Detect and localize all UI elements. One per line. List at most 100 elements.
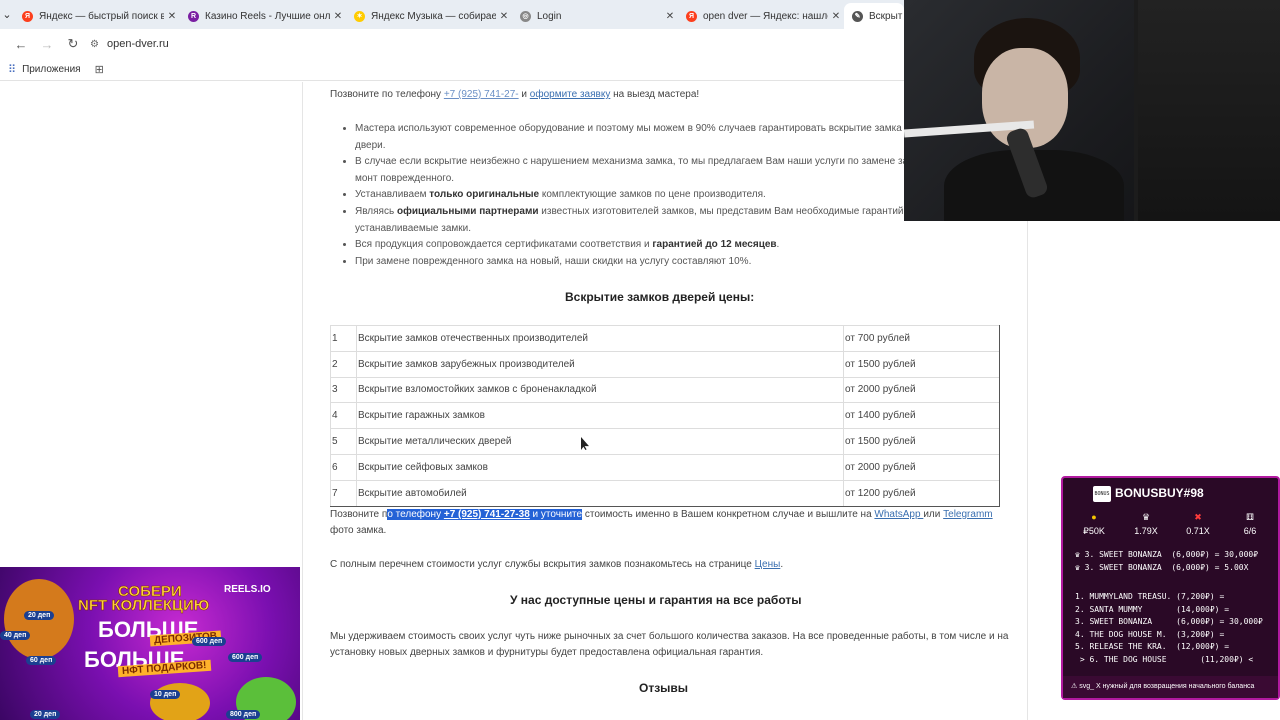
ad-chip: 40 деп (0, 631, 31, 640)
price-row: 5 Вскрытие металлических дверей от 1500 ру… (330, 428, 1000, 455)
advantage-item: Устанавливаем только оригинальные компле… (355, 187, 901, 204)
reload-icon[interactable]: ↻ (60, 36, 86, 52)
casino-ad-banner[interactable]: СОБЕРИ NFT КОЛЛЕКЦИЮ БОЛЬШЕ ДЕПОЗИТОВ БО… (0, 567, 300, 720)
browser-tab[interactable]: ◎ Login ✕ (512, 3, 678, 29)
advantage-item: При замене поврежденного замка на новый,… (355, 254, 901, 271)
tab-groups-icon[interactable]: ⊞ (95, 63, 104, 76)
tab-bar: ⌄ ЯЯндекс — быстрый поиск в ин✕ R Казино R… (0, 0, 904, 29)
browser-tab[interactable]: ✶ Яндекс Музыка — собираем м✕ (346, 3, 512, 29)
bonus-stat: ✖ 0.71X (1173, 510, 1223, 538)
price-num-cell: 3 (330, 376, 357, 403)
reels-icon: R (188, 10, 199, 22)
yandex-music-icon: ✶ (354, 10, 365, 22)
price-name-cell: Вскрытие гаражных замков (356, 402, 844, 429)
site-settings-icon[interactable]: ⚙ (90, 39, 99, 50)
call-line-after: стоимость именно в Вашем конкретном случ… (582, 509, 875, 520)
guarantee-heading: У нас доступные цены и гарантия на все р… (510, 593, 802, 607)
close-tab-icon[interactable]: ✕ (662, 11, 678, 22)
close-tab-icon[interactable]: ✕ (828, 11, 844, 22)
ad-chip: 800 деп (226, 710, 261, 719)
advantage-text: комплектующие замков по цене производите… (539, 189, 766, 201)
wrench-icon: ✎ (852, 10, 863, 22)
price-price-cell: от 1400 рублей (843, 402, 1000, 429)
close-tab-icon[interactable]: ✕ (164, 11, 180, 22)
advantage-text: Являясь (355, 205, 397, 217)
tab-title: Казино Reels - Лучшие онлай (205, 10, 330, 22)
cross-icon: ✖ (1194, 512, 1202, 522)
guarantee-text-2: установку новых дверных замков и фурниту… (330, 647, 764, 658)
price-num-cell: 4 (330, 402, 357, 429)
close-tab-icon[interactable]: ✕ (330, 11, 346, 22)
bonus-footer: ⚠ svg_ Х нужный для возвращения начально… (1063, 676, 1278, 698)
call-line-before: Позвоните п (330, 509, 388, 520)
bonusbuy-overlay: BONUS BONUSBUY#98 ● ₽50K ♛ 1.79X ✖ 0.71X ⚅ 6/6 … (1061, 476, 1280, 700)
advantage-item: Являясь официальными партнерами известны… (355, 204, 909, 237)
ad-line-nft: NFT КОЛЛЕКЦИЮ (78, 597, 210, 615)
reviews-heading: Отзывы (639, 681, 689, 695)
call-phone-link[interactable]: +7 (925) 741-27-38 (444, 509, 530, 520)
price-row: 3 Вскрытие взломостойких замков с бронена… (330, 376, 1000, 403)
advantage-bold: гарантией до 12 месяцев (652, 239, 777, 251)
prices-table: 1 Вскрытие замков отечественных производи… (330, 325, 1000, 507)
apps-grid-icon[interactable]: ⠿ (8, 63, 16, 76)
bookmark-apps-label[interactable]: Приложения (22, 64, 81, 75)
address-bar[interactable]: ⚙ open-dver.ru (90, 32, 904, 56)
ad-logo: REELS.IO (224, 584, 271, 595)
ad-chip: 20 деп (30, 710, 61, 719)
price-price-cell: от 1500 рублей (843, 350, 1000, 378)
call-line: Позвоните по телефону +7 (925) 741-27-38… (330, 507, 993, 523)
prices-page-link[interactable]: Цены (755, 559, 781, 570)
bonus-box-icon: BONUS (1093, 486, 1111, 502)
bonus-stat: ♛ 1.79X (1121, 510, 1171, 538)
advantage-item: Вся продукция сопровождается сертификата… (355, 237, 901, 254)
advantage-text: Мастера используют современное оборудова… (355, 123, 921, 134)
tab-title: open dver — Яндекс: нашлос (703, 10, 828, 22)
price-name-cell: Вскрытие взломостойких замков с броненак… (356, 376, 844, 403)
tabs-container: ЯЯндекс — быстрый поиск в ин✕ R Казино Ree… (14, 0, 904, 29)
bonus-stat-value: 1.79X (1134, 526, 1158, 536)
close-tab-icon[interactable]: ✕ (496, 11, 512, 22)
full-list-after: . (780, 559, 784, 570)
multiplier-icon: ♛ (1141, 512, 1151, 522)
price-num-cell: 2 (330, 350, 357, 378)
bonus-best-list: ♛ 3. SWEET BONANZA (6,000₽) = 30,000₽ ♛ … (1075, 550, 1259, 572)
telegram-link[interactable]: Telegramm (943, 509, 992, 520)
back-arrow-icon[interactable]: ← (8, 37, 34, 52)
browser-tab[interactable]: ✎ Вскрыт (844, 3, 904, 29)
whatsapp-link[interactable]: WhatsApp (874, 509, 923, 520)
intro-and: и (518, 89, 530, 100)
phone-link[interactable]: +7 (925) 741-27- (444, 89, 519, 100)
bookmarks-bar: ⠿ Приложения ⊞ (0, 59, 904, 81)
yandex-icon: Я (686, 10, 697, 22)
advantage-text-continued: устанавливаемые замки. (355, 222, 471, 234)
address-text: open-dver.ru (106, 38, 169, 50)
bonus-stat-value: 6/6 (1243, 526, 1257, 536)
forward-arrow-icon[interactable]: → (34, 37, 60, 52)
yandex-icon: Я (22, 10, 33, 22)
advantage-text: В случае если вскрытие неизбежно с наруш… (355, 156, 915, 168)
ad-chip: 20 деп (24, 611, 55, 620)
tab-search-chevron-icon[interactable]: ⌄ (0, 8, 14, 21)
intro-text: Позвоните по телефону (330, 89, 444, 100)
selected-text: о телефону +7 (925) 741-27-38 и уточните (387, 509, 583, 520)
bonus-stat-value: ₽50K (1083, 526, 1105, 536)
bonus-slot-list: 1. MUMMYLAND TREASU. (7,200₽) = 2. SANTA… (1075, 592, 1263, 664)
tab-title: Login (537, 10, 562, 22)
browser-tab[interactable]: Я Яндекс — быстрый поиск в ин✕ (14, 3, 180, 29)
call-line-or: или (923, 509, 944, 520)
advantage-text: известных изготовителей замков, мы предс… (538, 205, 910, 217)
price-row: 6 Вскрытие сейфовых замков от 2000 рублей (330, 453, 1000, 481)
price-num-cell: 6 (330, 453, 357, 481)
advantage-text: Устанавливаем (355, 189, 430, 201)
browser-tab[interactable]: Яopen dver — Яндекс: нашлос ✕ (678, 3, 844, 29)
price-name-cell: Вскрытие металлических дверей (356, 428, 844, 455)
browser-tab[interactable]: R Казино Reels - Лучшие онлай ✕ (180, 3, 346, 29)
advantage-text: Вся продукция сопровождается сертификата… (355, 239, 653, 251)
bonus-stat: ⚅ 6/6 (1225, 510, 1275, 538)
selected-pre: о телефону (387, 509, 444, 520)
order-link[interactable]: оформите заявку (530, 89, 611, 100)
intro-after: на выезд мастера! (610, 89, 700, 100)
globe-icon: ◎ (520, 10, 531, 22)
bonus-stat: ● ₽50K (1069, 510, 1119, 538)
browser-toolbar: ← → ↻ ⚙ open-dver.ru (0, 29, 904, 59)
